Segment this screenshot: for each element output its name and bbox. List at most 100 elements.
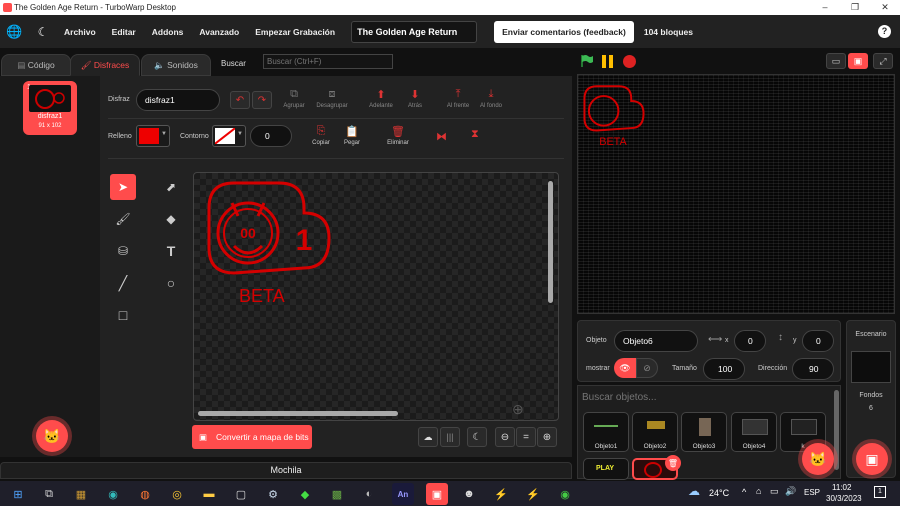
menu-addons[interactable]: Addons: [152, 27, 184, 37]
rectangle-tool[interactable]: □: [110, 302, 136, 328]
backward-button[interactable]: ⬇ Atrás: [398, 88, 432, 109]
project-title-input[interactable]: The Golden Age Return: [351, 20, 478, 43]
pause-icon[interactable]: [602, 55, 616, 68]
sprite-list-scrollbar[interactable]: [834, 390, 839, 470]
clock-date[interactable]: 30/3/2023: [826, 494, 862, 503]
animate-icon[interactable]: An: [392, 483, 414, 505]
edge-icon[interactable]: ◉: [102, 483, 124, 505]
back-button[interactable]: ⤓ Al fondo: [474, 88, 508, 109]
tab-sounds[interactable]: 🔈 Sonidos: [141, 54, 211, 76]
zoom-out-icon[interactable]: ⊖: [495, 427, 515, 447]
add-costume-button[interactable]: 🐱: [36, 420, 68, 452]
network-icon[interactable]: ⌂: [756, 486, 761, 496]
battery-icon[interactable]: ▭: [770, 486, 779, 497]
turbowarp-icon[interactable]: ▣: [426, 483, 448, 505]
moon-icon[interactable]: ☾: [467, 427, 487, 447]
feedback-button[interactable]: Enviar comentarios (feedback): [494, 20, 634, 43]
stage[interactable]: BETA: [577, 74, 895, 314]
flip-vertical-icon[interactable]: ⧗: [471, 128, 479, 141]
language-indicator[interactable]: ESP: [804, 488, 820, 497]
tab-code[interactable]: ▤ Código: [1, 54, 71, 76]
direction-input[interactable]: 90: [792, 358, 834, 380]
app-icon-2[interactable]: ▢: [230, 483, 252, 505]
small-stage-icon[interactable]: ▭: [826, 53, 846, 69]
sprite-name-input[interactable]: Objeto6: [614, 330, 698, 352]
fill-color-picker[interactable]: ▼: [136, 125, 170, 147]
select-tool[interactable]: ➤: [110, 174, 136, 200]
delete-sprite-button[interactable]: 🗑: [665, 455, 681, 471]
app-icon-5[interactable]: ⚡: [490, 483, 512, 505]
windows-start-icon[interactable]: ⊞: [7, 483, 29, 505]
brush-mode-icon[interactable]: ☁: [418, 427, 438, 447]
forward-button[interactable]: ⬆ Adelante: [364, 88, 398, 109]
green-flag-icon[interactable]: [580, 54, 594, 68]
steam-icon[interactable]: ⚙: [262, 483, 284, 505]
circle-tool[interactable]: ○: [158, 270, 184, 296]
paint-canvas[interactable]: 00 1 BETA ⊕: [193, 172, 559, 421]
add-sprite-button[interactable]: 🐱: [802, 443, 834, 475]
group-button[interactable]: ⧉ Agrupar: [277, 88, 311, 109]
stop-icon[interactable]: [623, 55, 636, 68]
minimize-button[interactable]: –: [810, 0, 840, 15]
add-backdrop-button[interactable]: ▣: [856, 443, 888, 475]
large-stage-icon[interactable]: ▣: [848, 53, 868, 69]
minecraft-icon[interactable]: ▩: [326, 483, 348, 505]
code-search-input[interactable]: [263, 54, 393, 69]
costume-item[interactable]: 1 disfraz1 91 x 102: [23, 81, 77, 135]
backpack-bar[interactable]: Mochila: [0, 462, 572, 479]
flip-horizontal-icon[interactable]: ⧓: [436, 130, 447, 143]
front-button[interactable]: ⤒ Al frente: [441, 88, 475, 109]
task-view-icon[interactable]: ⧉: [38, 483, 60, 505]
menu-advanced[interactable]: Avanzado: [199, 27, 239, 37]
sprite-tile[interactable]: Objeto1: [583, 412, 629, 452]
text-tool[interactable]: T: [158, 238, 184, 264]
menu-record[interactable]: Empezar Grabación: [255, 27, 335, 37]
sprite-tile[interactable]: Objeto4: [731, 412, 777, 452]
eraser-tool[interactable]: ◆: [158, 206, 184, 232]
help-button[interactable]: ?: [878, 25, 891, 38]
copy-button[interactable]: ⎘ Copiar: [304, 125, 338, 146]
size-input[interactable]: 100: [703, 358, 745, 380]
costume-name-input[interactable]: disfraz1: [136, 89, 220, 111]
clock-time[interactable]: 11:02: [832, 483, 851, 492]
maximize-button[interactable]: ❐: [840, 0, 870, 15]
undo-button[interactable]: ↶: [230, 91, 250, 109]
close-button[interactable]: ✕: [870, 0, 900, 15]
show-visible-button[interactable]: 👁: [614, 358, 636, 378]
file-explorer-icon[interactable]: ▬: [198, 483, 220, 505]
fill-tool[interactable]: ⛁: [110, 238, 136, 264]
app-icon-4[interactable]: ◐: [358, 483, 380, 505]
game-icon[interactable]: ☻: [458, 483, 480, 505]
stage-sprite-artwork[interactable]: BETA: [582, 83, 646, 151]
brush-tool[interactable]: 🖌: [110, 206, 136, 232]
reshape-tool[interactable]: ⬈: [158, 174, 184, 200]
sprite-tile[interactable]: Objeto3: [681, 412, 727, 452]
menu-edit[interactable]: Editar: [112, 27, 136, 37]
store-icon[interactable]: ▦: [70, 483, 92, 505]
delete-button[interactable]: 🗑 Eliminar: [381, 125, 415, 146]
outline-color-picker[interactable]: ▼: [212, 125, 246, 147]
tab-costumes[interactable]: 🖌 Disfraces: [70, 54, 140, 76]
zoom-reset-button[interactable]: =: [516, 427, 536, 447]
line-tool[interactable]: ╱: [110, 270, 136, 296]
notification-icon[interactable]: 1: [874, 486, 886, 498]
canvas-horizontal-scrollbar[interactable]: [198, 411, 398, 416]
globe-icon[interactable]: 🌐: [6, 24, 28, 40]
zoom-in-icon[interactable]: ⊕: [537, 427, 557, 447]
sprite-tile[interactable]: Objeto2: [632, 412, 678, 452]
fullscreen-icon[interactable]: ⤢: [873, 53, 893, 69]
temperature[interactable]: 24°C: [709, 488, 729, 498]
weather-icon[interactable]: ☁: [688, 484, 700, 498]
costume-artwork[interactable]: 00 1 BETA: [204, 178, 334, 313]
app-icon-6[interactable]: ⚡: [522, 483, 544, 505]
canvas-vertical-scrollbar[interactable]: [548, 181, 553, 303]
bitmap-mode-icon[interactable]: |||: [440, 427, 460, 447]
paste-button[interactable]: 📋 Pegar: [335, 125, 369, 146]
app-icon-3[interactable]: ◆: [294, 483, 316, 505]
convert-bitmap-button[interactable]: ▣ Convertir a mapa de bits: [192, 425, 312, 449]
firefox-icon[interactable]: ◍: [134, 483, 156, 505]
sprite-tile-play[interactable]: PLAY: [583, 458, 629, 480]
outline-width-input[interactable]: 0: [250, 125, 292, 147]
y-input[interactable]: 0: [802, 330, 834, 352]
volume-icon[interactable]: 🔊: [785, 486, 796, 497]
